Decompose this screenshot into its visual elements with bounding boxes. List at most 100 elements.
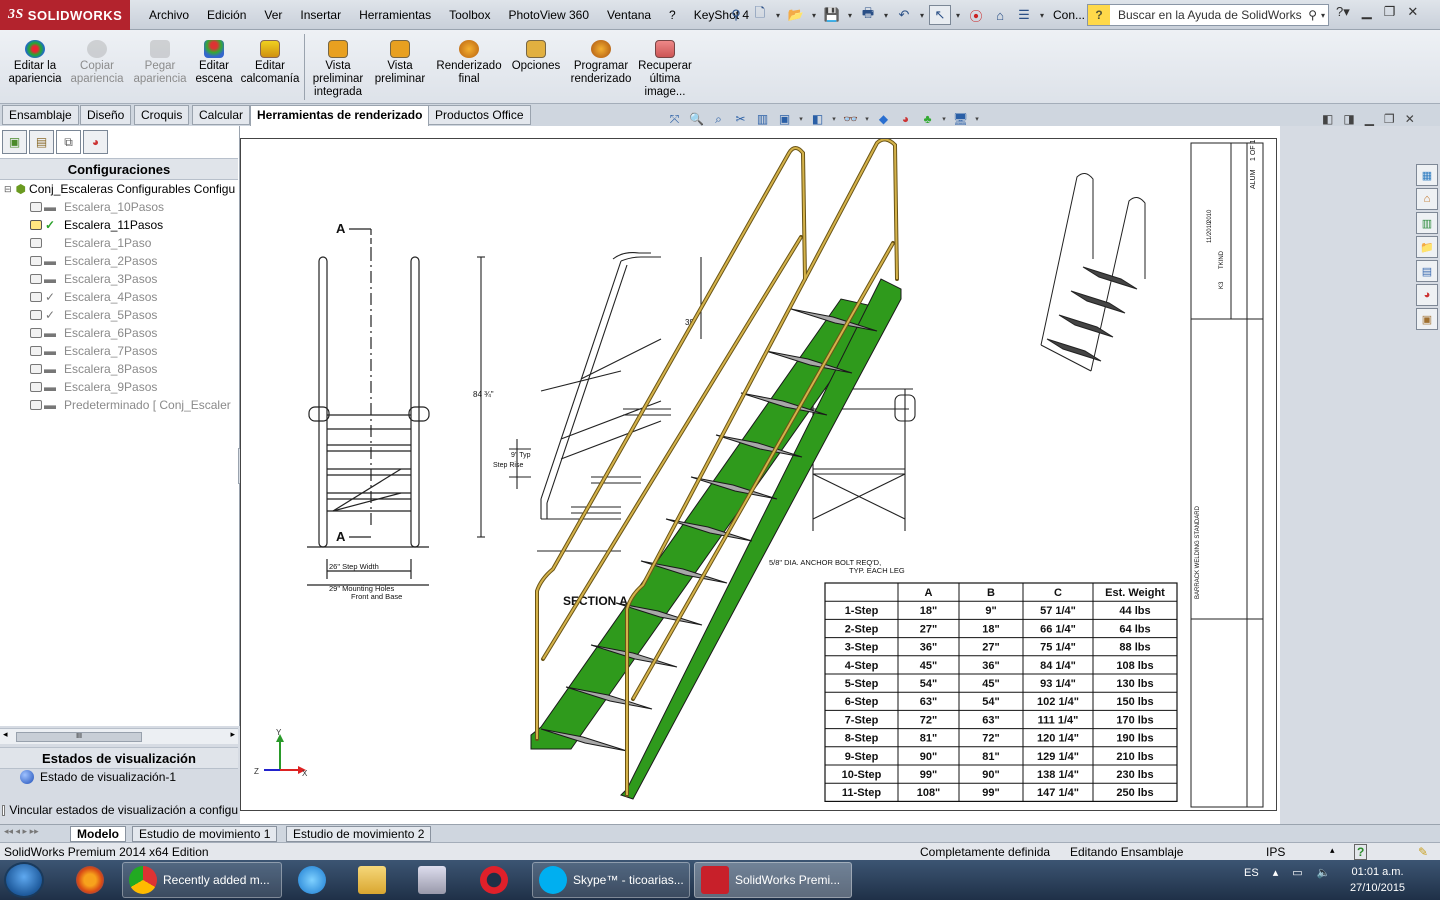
- units-status[interactable]: IPS: [1266, 845, 1285, 859]
- skype-taskbar-button[interactable]: Skype™ - ticoarias...: [532, 862, 690, 898]
- menu-ver[interactable]: Ver: [255, 8, 291, 22]
- menu-edicion[interactable]: Edición: [198, 8, 255, 22]
- collapse-icon[interactable]: ⊟: [4, 184, 12, 195]
- final-render-button[interactable]: Renderizado final: [434, 40, 504, 86]
- scroll-right-icon[interactable]: ▸: [230, 729, 235, 740]
- chevron-down-icon[interactable]: ▾: [809, 5, 819, 25]
- appearances-icon[interactable]: ◕: [1416, 284, 1438, 306]
- config-item[interactable]: Escalera_1Paso: [30, 234, 151, 252]
- edit-appearance-button[interactable]: Editar la apariencia: [6, 40, 64, 86]
- dynamic-annotation-icon[interactable]: ▥: [753, 111, 772, 128]
- config-item[interactable]: ✓ Escalera_5Pasos: [30, 306, 157, 324]
- select-cursor-icon[interactable]: ↖: [929, 5, 951, 25]
- quick-overflow[interactable]: Con...: [1053, 8, 1085, 22]
- view-palette-icon[interactable]: ▤: [1416, 260, 1438, 282]
- zoom-area-icon[interactable]: 🔍: [687, 111, 706, 128]
- scrollbar-thumb[interactable]: III: [16, 732, 142, 742]
- traffic-light-icon[interactable]: ⦿: [965, 5, 987, 25]
- search-icon[interactable]: ⚲: [1308, 8, 1317, 22]
- chevron-down-icon[interactable]: ▾: [830, 111, 838, 128]
- print-icon[interactable]: 🖶: [857, 5, 879, 25]
- close-icon[interactable]: ✕: [1405, 112, 1415, 126]
- menu-ventana[interactable]: Ventana: [598, 8, 660, 22]
- firefox-taskbar-button[interactable]: [70, 862, 112, 898]
- options-icon[interactable]: ☰: [1013, 5, 1035, 25]
- hide-show-items-icon[interactable]: 👓: [841, 111, 860, 128]
- start-button[interactable]: [4, 862, 44, 898]
- config-item[interactable]: ▬ Escalera_9Pasos: [30, 378, 157, 396]
- view-orientation-icon[interactable]: ▣: [775, 111, 794, 128]
- preview-window-button[interactable]: Vista preliminar: [372, 40, 428, 86]
- minimize-icon[interactable]: ▁: [1365, 112, 1374, 126]
- tab-motion-study-1[interactable]: Estudio de movimiento 1: [132, 826, 278, 842]
- recover-last-image-button[interactable]: Recuperar última image...: [638, 40, 692, 99]
- menu-photoview[interactable]: PhotoView 360: [499, 8, 598, 22]
- solidworks-taskbar-button[interactable]: SolidWorks Premi...: [694, 862, 852, 898]
- nav-arrows-icon[interactable]: ◂◂ ◂ ▸ ▸▸: [4, 826, 39, 837]
- chrome-taskbar-button[interactable]: Recently added m...: [122, 862, 282, 898]
- config-item[interactable]: ▬ Escalera_7Pasos: [30, 342, 157, 360]
- chevron-down-icon[interactable]: ▾: [797, 111, 805, 128]
- display-pane-icon[interactable]: 🖥: [951, 111, 970, 128]
- tile-right-icon[interactable]: ◨: [1343, 112, 1354, 126]
- tab-diseno[interactable]: Diseño: [80, 105, 132, 125]
- edit-scene-button[interactable]: Editar escena: [192, 40, 236, 86]
- chevron-down-icon[interactable]: ▾: [940, 111, 948, 128]
- feature-manager-tab-icon[interactable]: ▣: [2, 130, 27, 154]
- property-manager-tab-icon[interactable]: ▤: [29, 130, 54, 154]
- configuration-manager-tab-icon[interactable]: ⧉: [56, 130, 81, 154]
- chevron-down-icon[interactable]: ▾: [953, 5, 963, 25]
- link-display-states-option[interactable]: Vincular estados de visualización a conf…: [2, 803, 238, 817]
- config-item[interactable]: ▬ Escalera_6Pasos: [30, 324, 157, 342]
- display-state-item[interactable]: Estado de visualización-1: [20, 770, 176, 784]
- tree-root[interactable]: ⊟ ⬢ Conj_Escaleras Configurables Configu: [4, 180, 235, 198]
- open-folder-icon[interactable]: 📂: [785, 5, 807, 25]
- help-icon[interactable]: ?: [1354, 844, 1368, 860]
- edit-appearance-icon[interactable]: ◆: [874, 111, 893, 128]
- config-item[interactable]: ▬ Escalera_2Pasos: [30, 252, 157, 270]
- zoom-fit-icon[interactable]: ⤧: [665, 111, 684, 128]
- taskbar-clock[interactable]: 01:01 a.m. 27/10/2015: [1350, 864, 1405, 896]
- scroll-left-icon[interactable]: ◂: [3, 729, 8, 740]
- restore-icon[interactable]: ❐: [1384, 4, 1396, 20]
- tile-left-icon[interactable]: ◧: [1322, 112, 1333, 126]
- restore-icon[interactable]: ❐: [1384, 112, 1395, 126]
- language-indicator[interactable]: ES: [1244, 867, 1259, 879]
- menu-toolbox[interactable]: Toolbox: [440, 8, 499, 22]
- tab-motion-study-2[interactable]: Estudio de movimiento 2: [286, 826, 432, 842]
- chevron-down-icon[interactable]: ▾: [845, 5, 855, 25]
- custom-properties-icon[interactable]: ▣: [1416, 308, 1438, 330]
- search-input[interactable]: Buscar en la Ayuda de SolidWorks: [1118, 8, 1308, 22]
- config-item[interactable]: ▬ Escalera_10Pasos: [30, 198, 164, 216]
- opera-taskbar-button[interactable]: [474, 862, 522, 898]
- save-icon[interactable]: 💾: [821, 5, 843, 25]
- tab-ensamblaje[interactable]: Ensamblaje: [2, 105, 79, 125]
- undo-icon[interactable]: ↶: [893, 5, 915, 25]
- file-properties-icon[interactable]: ⌂: [989, 5, 1011, 25]
- copy-appearance-button[interactable]: Copiar apariencia: [68, 40, 126, 86]
- paste-appearance-button[interactable]: Pegar apariencia: [130, 40, 190, 86]
- tab-calcular[interactable]: Calcular: [192, 105, 251, 125]
- tab-modelo[interactable]: Modelo: [70, 826, 126, 842]
- network-icon[interactable]: ▭: [1292, 866, 1302, 879]
- render-options-button[interactable]: Opciones: [508, 40, 564, 73]
- chevron-down-icon[interactable]: ▾: [773, 5, 783, 25]
- integrated-preview-button[interactable]: Vista preliminar integrada: [308, 40, 368, 99]
- units-dropdown-icon[interactable]: ▴: [1330, 845, 1335, 856]
- config-item[interactable]: ▬ Predeterminado [ Conj_Escaler: [30, 396, 231, 414]
- chevron-down-icon[interactable]: ▾: [1321, 11, 1325, 20]
- rebuild-icon[interactable]: ✎: [1418, 845, 1428, 859]
- tab-productos-office[interactable]: Productos Office: [428, 105, 531, 125]
- display-manager-tab-icon[interactable]: ◕: [83, 130, 108, 154]
- config-item[interactable]: ✓ Escalera_4Pasos: [30, 288, 157, 306]
- pin-icon[interactable]: ⚲: [725, 5, 747, 25]
- chevron-down-icon[interactable]: ▾: [917, 5, 927, 25]
- section-view-icon[interactable]: ✂: [731, 111, 750, 128]
- tab-croquis[interactable]: Croquis: [134, 105, 190, 125]
- config-item[interactable]: ✓ Escalera_11Pasos: [30, 216, 163, 234]
- config-item[interactable]: ▬ Escalera_3Pasos: [30, 270, 157, 288]
- ie-taskbar-button[interactable]: [292, 862, 336, 898]
- tree-horizontal-scrollbar[interactable]: ◂ III ▸: [0, 728, 238, 744]
- chevron-down-icon[interactable]: ▾: [973, 111, 981, 128]
- view-settings-icon[interactable]: ♣: [918, 111, 937, 128]
